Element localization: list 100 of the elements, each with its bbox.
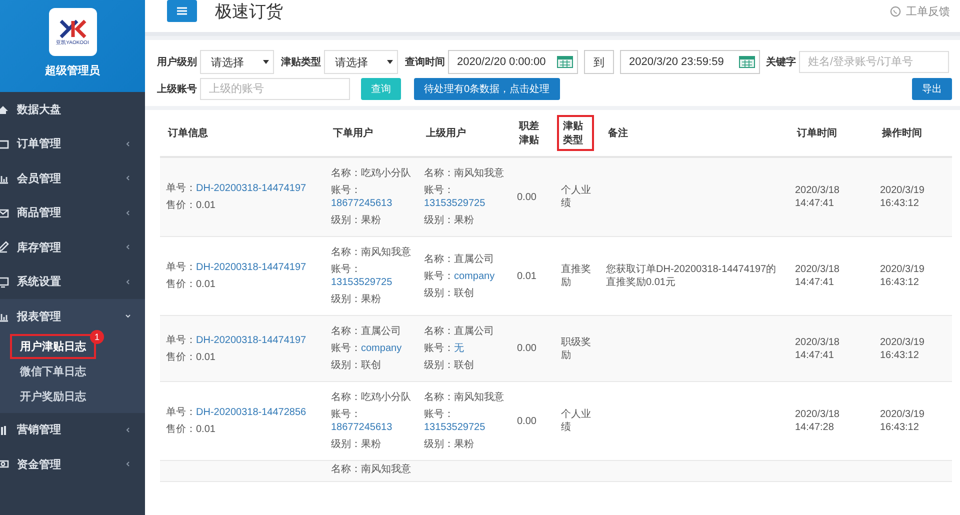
price-text: 售价：0.01	[166, 423, 216, 436]
order-number: 单号：DH-20200318-14474197	[166, 182, 308, 195]
user-level: 级别：联创	[424, 286, 475, 300]
to-label: 到	[584, 50, 614, 74]
sidebar-item[interactable]: 库存管理	[0, 230, 145, 264]
user-level: 级别：果粉	[424, 438, 475, 451]
column-header: 订单信息	[166, 126, 209, 141]
user-name: 名称：南风知我意	[424, 391, 505, 404]
order-number: 单号：DH-20200318-14474197	[166, 261, 308, 274]
column-header: 上级用户	[425, 126, 467, 141]
pending-button[interactable]: 待处理有0条数据，点击处理	[414, 78, 560, 100]
envelope-icon	[0, 206, 9, 219]
bars-icon	[0, 424, 9, 436]
allowance-amount: 0.00	[517, 342, 538, 355]
user-name: 名称：直属公司	[331, 325, 402, 338]
user-name: 名称：南风知我意	[331, 246, 412, 259]
parent-account-field[interactable]: 上级的账号	[200, 78, 350, 100]
menu-icon	[177, 7, 187, 15]
user-name: 名称：吃鸡小分队	[331, 391, 412, 404]
sidebar-item[interactable]: 营销管理	[0, 412, 145, 447]
operation-time: 2020/3/19 16:43:12	[880, 263, 926, 289]
caret-icon	[125, 244, 131, 250]
monitor-icon	[0, 276, 9, 288]
allowance-type: 直推奖励	[561, 263, 592, 289]
account-link[interactable]: 13153529725	[424, 198, 486, 209]
order-time: 2020/3/18 14:47:28	[795, 408, 840, 434]
sidebar-item[interactable]: 订单管理	[0, 126, 145, 161]
sidebar-subitem[interactable]: 开户奖励日志	[10, 384, 96, 408]
user-name: 名称：吃鸡小分队	[331, 167, 412, 180]
column-header: 津贴类型	[557, 115, 594, 151]
sidebar-item[interactable]: 资金管理	[0, 447, 145, 482]
account-text: 账号：无	[424, 342, 465, 355]
banknote-icon	[0, 458, 9, 470]
order-time: 2020/3/18 14:47:41	[795, 263, 840, 289]
price-text: 售价：0.01	[166, 199, 216, 212]
calendar-icon[interactable]	[557, 56, 573, 68]
account-link[interactable]: 13153529725	[331, 277, 392, 288]
column-header: 订单时间	[796, 126, 838, 141]
sidebar-subitem[interactable]: 微信下单日志	[10, 358, 96, 384]
price-text: 售价：0.01	[166, 350, 216, 364]
caret-icon	[125, 426, 131, 433]
order-number: 单号：DH-20200318-14472856	[166, 406, 308, 419]
operation-time: 2020/3/19 16:43:12	[880, 408, 926, 434]
user-name: 名称：直属公司	[424, 252, 495, 266]
order-link[interactable]: DH-20200318-14472856	[196, 407, 306, 418]
account-text: 账号：company	[331, 342, 403, 355]
sidebar-item[interactable]: 商品管理	[0, 196, 145, 230]
column-header: 职差津贴	[518, 120, 540, 148]
account-link[interactable]: 13153529725	[424, 422, 486, 433]
sidebar-item[interactable]: 报表管理	[0, 299, 145, 334]
filter-label: 津贴类型	[281, 56, 321, 69]
account-link[interactable]: company	[454, 270, 495, 282]
account-text: 账号： 13153529725	[424, 408, 486, 434]
calendar-icon[interactable]	[739, 56, 755, 68]
account-link[interactable]: company	[361, 343, 402, 354]
user-name: 名称：南风知我意	[331, 463, 412, 476]
account-text: 账号：company	[424, 270, 496, 282]
allowance-amount: 0.00	[517, 414, 538, 428]
menu-button[interactable]	[167, 0, 197, 22]
sidebar-subitem[interactable]: 用户津贴日志	[10, 334, 96, 358]
start-date-field[interactable]: 2020/2/20 0:00:00	[448, 50, 578, 74]
user-role: 超级管理员	[45, 64, 100, 78]
type-select[interactable]: 请选择	[324, 50, 398, 74]
user-level: 级别：联创	[424, 359, 475, 372]
feedback-link[interactable]: 工单反馈	[890, 4, 950, 18]
order-number: 单号：DH-20200318-14474197	[166, 334, 308, 346]
operation-time: 2020/3/19 16:43:12	[880, 336, 926, 362]
filter-label: 查询时间	[405, 56, 445, 69]
sidebar-item[interactable]: 系统设置	[0, 264, 145, 299]
column-header: 操作时间	[880, 126, 923, 141]
account-text: 账号： 13153529725	[424, 184, 486, 210]
allowance-type: 个人业绩	[561, 184, 592, 210]
account-text: 账号： 18677245613	[331, 184, 394, 210]
user-level: 级别：果粉	[331, 438, 382, 451]
user-level: 级别：果粉	[331, 214, 382, 227]
order-link[interactable]: DH-20200318-14474197	[196, 183, 306, 194]
keyword-field[interactable]: 姓名/登录账号/订单号	[799, 51, 949, 73]
logo-mark-icon	[58, 18, 88, 38]
order-link[interactable]: DH-20200318-14474197	[196, 334, 306, 346]
sidebar-item[interactable]: 数据大盘	[0, 92, 145, 126]
user-level: 级别：果粉	[424, 214, 475, 227]
account-link[interactable]: 18677245613	[331, 198, 392, 209]
level-select[interactable]: 请选择	[200, 50, 274, 74]
sidebar-item[interactable]: 会员管理	[0, 161, 145, 196]
account-link[interactable]: 18677245613	[331, 422, 392, 433]
user-level: 级别：联创	[331, 359, 382, 372]
filter-label: 关键字	[766, 55, 796, 69]
user-level: 级别：果粉	[331, 293, 382, 306]
order-link[interactable]: DH-20200318-14474197	[196, 262, 306, 273]
caret-icon	[125, 140, 131, 147]
caret-icon	[125, 461, 131, 468]
account-link[interactable]: 无	[454, 343, 464, 354]
allowance-type: 职级奖励	[561, 336, 592, 362]
allowance-amount: 0.01	[517, 270, 538, 282]
end-date-field[interactable]: 2020/3/20 23:59:59	[620, 50, 760, 74]
export-button[interactable]: 导出	[912, 78, 952, 100]
caret-icon	[125, 175, 131, 182]
dropdown-arrow-icon	[387, 60, 393, 64]
allowance-amount: 0.00	[517, 190, 538, 204]
account-text: 账号： 13153529725	[331, 263, 394, 289]
